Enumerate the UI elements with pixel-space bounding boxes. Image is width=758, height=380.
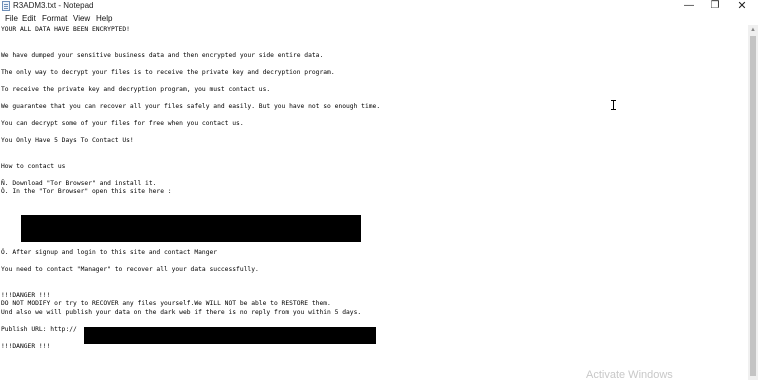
redacted-onion-address bbox=[21, 215, 361, 242]
note-line: Ó. After signup and login to this site a… bbox=[1, 249, 218, 256]
window-title: R3ADM3.txt - Notepad bbox=[13, 1, 94, 10]
menu-bar: File Edit Format View Help bbox=[0, 13, 758, 25]
note-line: You can decrypt some of your files for f… bbox=[1, 120, 244, 127]
note-line: !!!DANGER !!! bbox=[1, 343, 51, 350]
activation-watermark: Activate Windows bbox=[586, 369, 673, 380]
note-line: We guarantee that you can recover all yo… bbox=[1, 103, 381, 110]
text-editor[interactable]: YOUR ALL DATA HAVE BEEN ENCRYPTED! We ha… bbox=[0, 25, 747, 380]
vertical-scrollbar[interactable]: ▲ bbox=[748, 25, 758, 380]
scroll-thumb[interactable] bbox=[750, 36, 756, 376]
note-line: Und also we will publish your data on th… bbox=[1, 309, 362, 316]
note-line: To receive the private key and decryptio… bbox=[1, 86, 271, 93]
menu-help[interactable]: Help bbox=[96, 13, 112, 25]
note-line: DO NOT MODIFY or try to RECOVER any file… bbox=[1, 300, 331, 307]
note-line: Publish URL: http:// bbox=[1, 326, 77, 333]
scroll-up-icon[interactable]: ▲ bbox=[748, 25, 758, 35]
note-line: YOUR ALL DATA HAVE BEEN ENCRYPTED! bbox=[1, 26, 130, 33]
notepad-icon bbox=[2, 1, 10, 11]
minimize-button[interactable]: — bbox=[676, 0, 702, 13]
maximize-button[interactable]: ❐ bbox=[702, 0, 728, 13]
note-line: !!!DANGER !!! bbox=[1, 292, 51, 299]
redacted-publish-url bbox=[84, 327, 376, 344]
note-line: We have dumped your sensitive business d… bbox=[1, 52, 324, 59]
note-line: You need to contact "Manager" to recover… bbox=[1, 266, 259, 273]
note-line: How to contact us bbox=[1, 163, 66, 170]
menu-edit[interactable]: Edit bbox=[22, 13, 36, 25]
menu-format[interactable]: Format bbox=[42, 13, 67, 25]
menu-file[interactable]: File bbox=[5, 13, 18, 25]
menu-view[interactable]: View bbox=[73, 13, 90, 25]
title-bar[interactable]: R3ADM3.txt - Notepad — ❐ ✕ bbox=[0, 0, 758, 13]
note-line: Ò. In the "Tor Browser" open this site h… bbox=[1, 188, 172, 195]
close-button[interactable]: ✕ bbox=[729, 0, 755, 13]
note-line: Ñ. Download "Tor Browser" and install it… bbox=[1, 180, 157, 187]
text-cursor-icon bbox=[611, 100, 616, 110]
note-line: The only way to decrypt your files is to… bbox=[1, 69, 335, 76]
note-line: You Only Have 5 Days To Contact Us! bbox=[1, 137, 134, 144]
notepad-window: R3ADM3.txt - Notepad — ❐ ✕ File Edit For… bbox=[0, 0, 758, 380]
